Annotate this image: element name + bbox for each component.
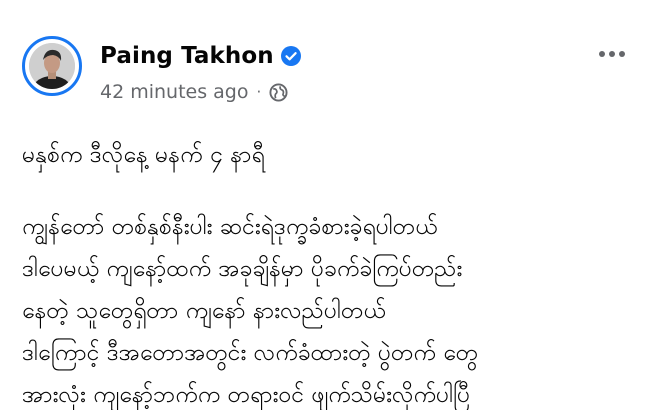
author-name[interactable]: Paing Takhon xyxy=(100,43,274,69)
post-line: ဒါကြောင့် ဒီအတောအတွင်း လက်ခံထားတဲ့ ပွဲတက… xyxy=(22,340,479,366)
avatar-photo xyxy=(29,43,75,89)
post-header: Paing Takhon 42 minutes ago · xyxy=(22,36,632,112)
post-line: အားလုံး ကျနော့်ဘက်က တရားဝင် ဖျက်သိမ်းလို… xyxy=(22,382,471,408)
author-line: Paing Takhon xyxy=(100,40,301,72)
post-text: မနှစ်က ဒီလိုနေ့ မနက် ၄ နာရီ ကျွန်တော် တစ… xyxy=(22,140,632,410)
meta-separator: · xyxy=(256,83,262,101)
post-line: နေတဲ့ သူတွေရှိတာ ကျနော် နားလည်ပါတယ် xyxy=(22,298,386,324)
post-line: ဒါပေမယ့် ကျနော့်ထက် အခုချိန်မှာ ပိုခက်ခဲ… xyxy=(22,256,463,282)
post-line: ကျွန်တော် တစ်နှစ်နီးပါး ဆင်းရဲဒုက္ခခံစား… xyxy=(22,214,438,240)
more-options-icon[interactable] xyxy=(592,42,632,66)
profile-avatar[interactable] xyxy=(22,36,82,96)
post-timestamp[interactable]: 42 minutes ago xyxy=(100,81,249,103)
verified-badge-icon xyxy=(280,46,301,66)
globe-icon[interactable] xyxy=(269,82,288,102)
post-meta: 42 minutes ago · xyxy=(100,78,288,106)
post-line: မနှစ်က ဒီလိုနေ့ မနက် ၄ နာရီ xyxy=(22,142,265,168)
